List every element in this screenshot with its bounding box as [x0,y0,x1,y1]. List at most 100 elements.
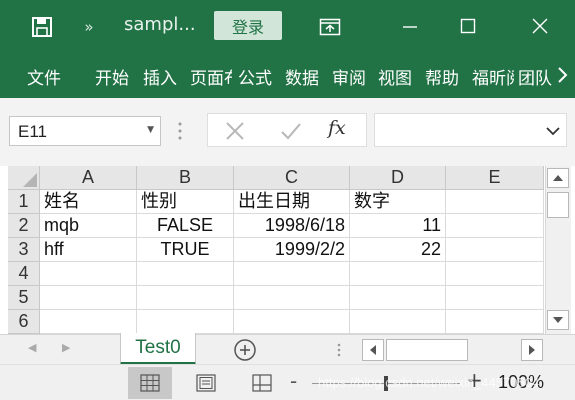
page-glyph [196,374,216,392]
tab-formulas[interactable]: 公式 [238,64,272,89]
page-layout-view-icon[interactable] [184,367,228,399]
add-sheet-icon[interactable] [233,338,257,362]
cell-b5[interactable] [137,286,234,310]
tab-review[interactable]: 审阅 [332,64,366,89]
ribbon-display-options-icon[interactable] [312,12,348,42]
cell-e2[interactable] [446,214,544,238]
column-header-b[interactable]: B [137,166,234,190]
column-header-c[interactable]: C [234,166,350,190]
cell-e1[interactable] [446,190,544,214]
grip-dots-glyph [337,343,341,357]
check-glyph [281,123,301,140]
formula-expand-icon[interactable] [546,123,560,137]
select-all-button[interactable] [8,166,40,190]
page-break-preview-icon[interactable] [240,367,284,399]
horizontal-scrollbar[interactable] [358,337,545,363]
tab-file[interactable]: 文件 [27,64,61,89]
vertical-scrollbar[interactable] [545,166,571,334]
cancel-glyph [226,122,244,140]
column-header-d[interactable]: D [350,166,446,190]
normal-view-icon[interactable] [128,367,172,399]
cancel-icon[interactable] [222,118,248,144]
row-header-3[interactable]: 3 [8,238,40,262]
row-header-4[interactable]: 4 [8,262,40,286]
scroll-up-icon[interactable] [547,168,569,188]
column-header-a[interactable]: A [40,166,137,190]
tab-view[interactable]: 视图 [378,64,412,89]
zoom-out-button[interactable]: - [290,369,297,393]
scroll-down-icon[interactable] [547,310,569,330]
minimize-glyph [403,26,417,28]
tab-help[interactable]: 帮助 [425,64,459,89]
ribbon-display-options-glyph [319,18,341,36]
close-icon[interactable] [518,10,562,42]
horizontal-scroll-thumb[interactable] [386,339,468,361]
save-icon[interactable] [24,12,60,42]
sheet-next-icon[interactable]: ▶ [62,341,70,354]
status-bar: - + 100% https://blog.csdn.net/weixin_44… [0,364,575,400]
cell-e5[interactable] [446,286,544,310]
cell-c2[interactable]: 1998/6/18 [234,214,350,238]
insert-function-icon[interactable]: fx [328,117,346,139]
page-break-glyph [252,374,272,392]
cell-c5[interactable] [234,286,350,310]
column-header-e[interactable]: E [446,166,544,190]
row-header-2[interactable]: 2 [8,214,40,238]
name-box[interactable]: E11 ▼ [9,116,161,146]
vertical-scroll-thumb[interactable] [547,192,569,218]
tab-team[interactable]: 团队 [518,64,556,89]
minimize-icon[interactable] [390,10,430,42]
formula-input[interactable] [374,113,567,147]
cell-d3[interactable]: 22 [350,238,446,262]
cell-b2[interactable]: FALSE [137,214,234,238]
cell-c1[interactable]: 出生日期 [234,190,350,214]
scroll-left-icon[interactable] [362,339,384,361]
cell-a3[interactable]: hff [40,238,137,262]
scroll-right-icon[interactable] [521,339,543,361]
enter-check-icon[interactable] [278,118,304,144]
cell-a5[interactable] [40,286,137,310]
cell-b3[interactable]: TRUE [137,238,234,262]
cell-c4[interactable] [234,262,350,286]
formula-bar-grip-icon[interactable] [177,118,183,144]
arrow-down-glyph [553,317,563,323]
tab-split-grip-icon[interactable] [336,342,342,358]
row-header-5[interactable]: 5 [8,286,40,310]
tab-home[interactable]: 开始 [95,64,129,89]
name-box-dropdown-icon[interactable]: ▼ [147,125,154,135]
cell-c6[interactable] [234,310,350,334]
cell-d2[interactable]: 11 [350,214,446,238]
cell-b6[interactable] [137,310,234,334]
cell-c3[interactable]: 1999/2/2 [234,238,350,262]
sheet-prev-icon[interactable]: ◀ [28,341,36,354]
cell-d5[interactable] [350,286,446,310]
cell-e4[interactable] [446,262,544,286]
maximize-glyph [460,18,476,34]
tab-insert[interactable]: 插入 [143,64,177,89]
cell-b4[interactable] [137,262,234,286]
arrow-right-glyph [529,345,535,355]
quick-access-overflow-icon[interactable]: » [78,12,100,42]
ribbon-scroll-right-icon[interactable] [556,66,572,86]
sheet-tab-test0[interactable]: Test0 [120,333,196,365]
login-button[interactable]: 登录 [214,11,282,40]
row-header-6[interactable]: 6 [8,310,40,334]
cell-a4[interactable] [40,262,137,286]
cell-d1[interactable]: 数字 [350,190,446,214]
cell-d6[interactable] [350,310,446,334]
cell-e3[interactable] [446,238,544,262]
cell-a6[interactable] [40,310,137,334]
watermark-text: https://blog.csdn.net/weixin_44570504 [318,375,540,390]
tab-data[interactable]: 数据 [285,64,319,89]
tab-page-layout[interactable]: 页面布局 [190,64,232,89]
formula-area: E11 ▼ fx [0,98,575,166]
cell-d4[interactable] [350,262,446,286]
select-all-triangle-icon [23,173,37,187]
cell-b1[interactable]: 性别 [137,190,234,214]
maximize-icon[interactable] [448,10,488,42]
tab-foxit-reader[interactable]: 福昕阅读器 [472,64,514,89]
cell-e6[interactable] [446,310,544,334]
row-header-1[interactable]: 1 [8,190,40,214]
cell-a1[interactable]: 姓名 [40,190,137,214]
cell-a2[interactable]: mqb [40,214,137,238]
